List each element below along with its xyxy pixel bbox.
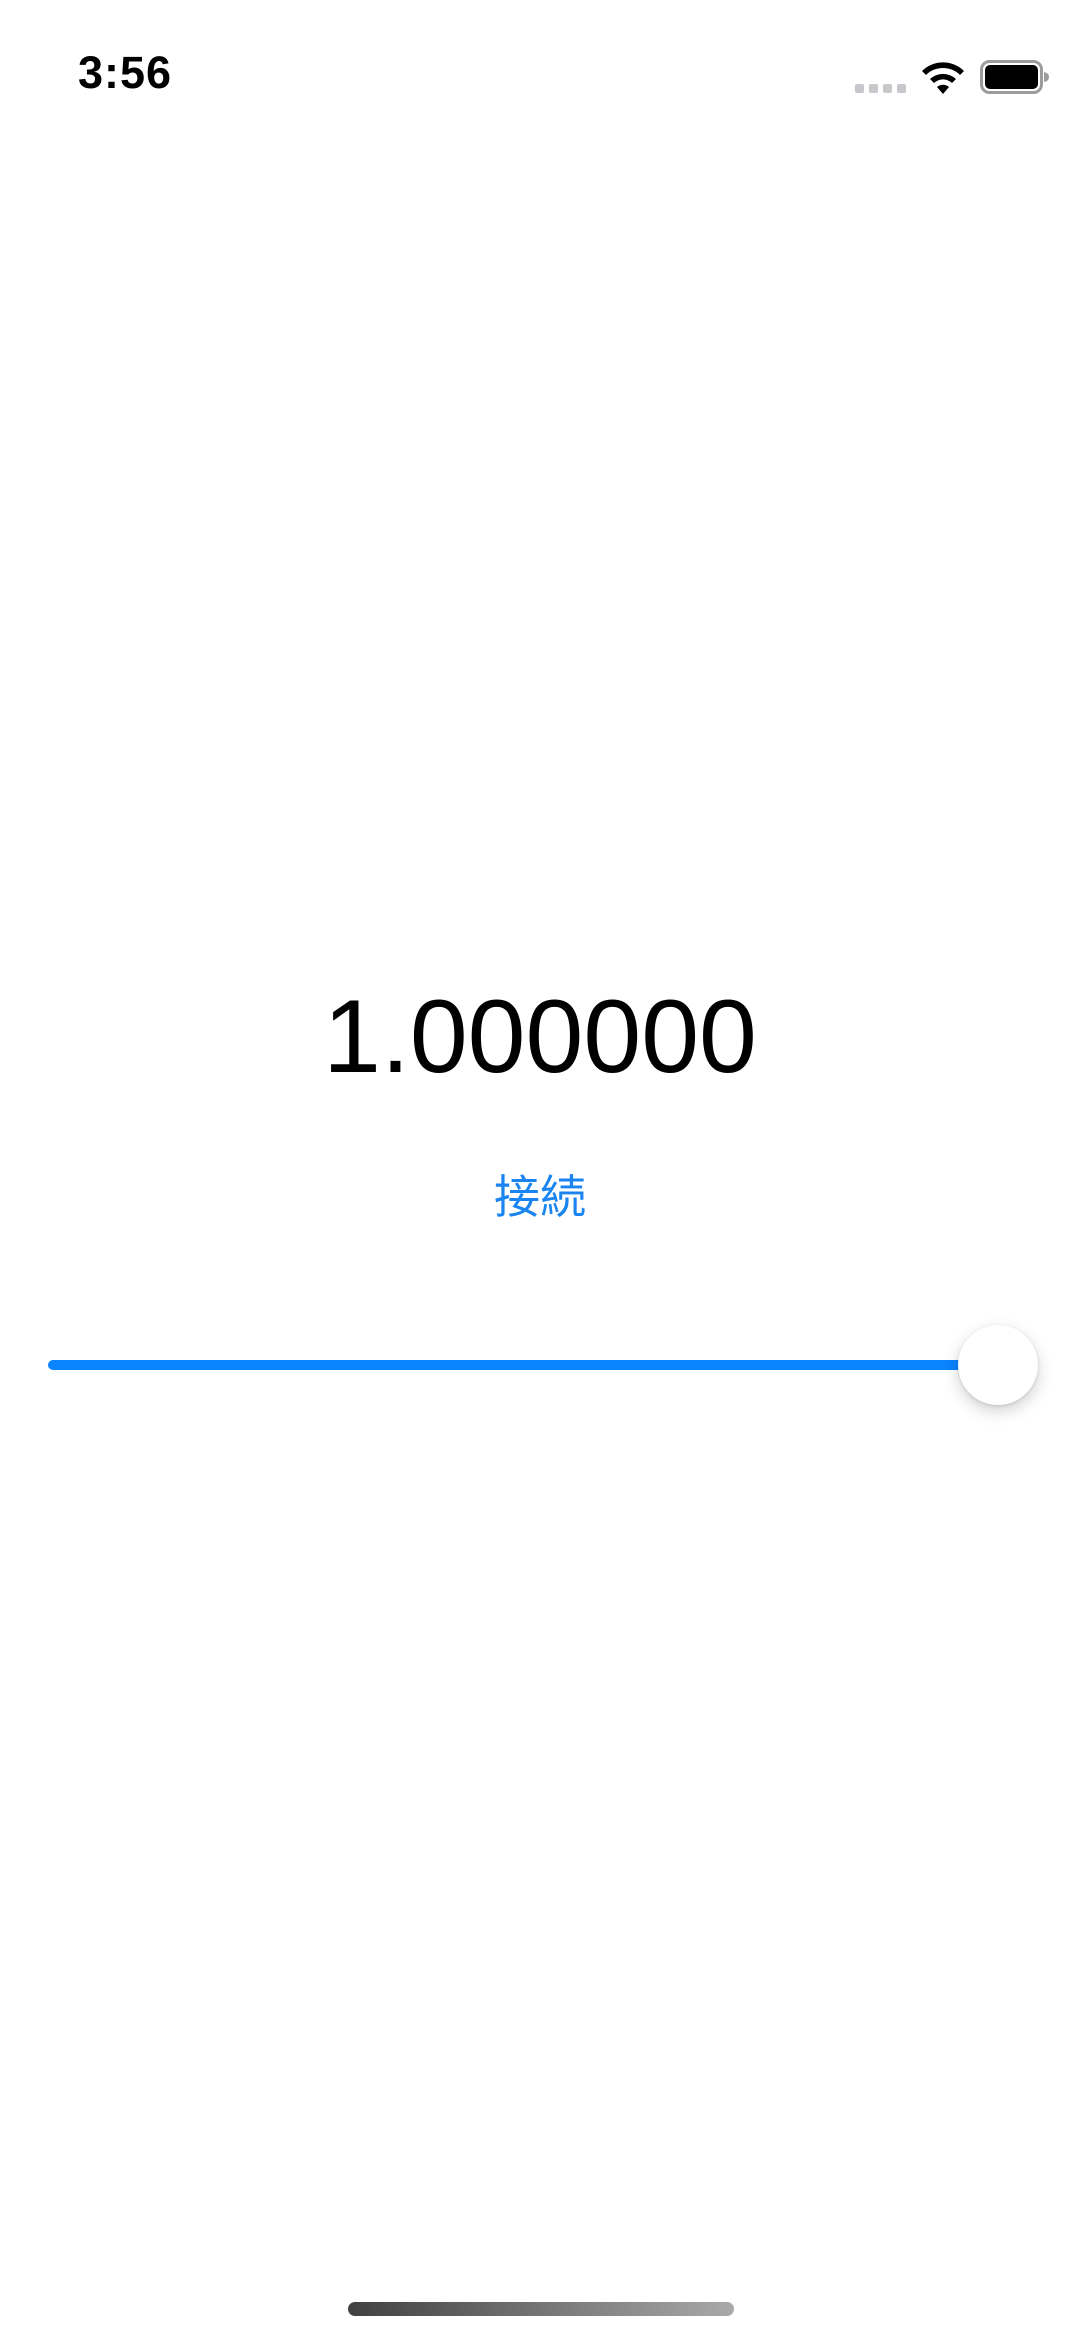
slider-thumb[interactable] xyxy=(958,1325,1038,1405)
signal-dots-icon xyxy=(855,84,907,96)
battery-icon xyxy=(980,60,1049,94)
status-time: 3:56 xyxy=(78,47,173,98)
value-slider[interactable] xyxy=(48,1325,1038,1405)
value-label: 1.000000 xyxy=(323,979,757,1095)
slider-fill xyxy=(48,1360,1038,1370)
connect-button[interactable]: 接続 xyxy=(470,1165,610,1229)
slider-track[interactable] xyxy=(48,1360,1038,1370)
wifi-icon xyxy=(922,62,964,94)
status-bar: 3:56 xyxy=(0,0,1080,150)
home-indicator[interactable] xyxy=(348,2302,734,2316)
